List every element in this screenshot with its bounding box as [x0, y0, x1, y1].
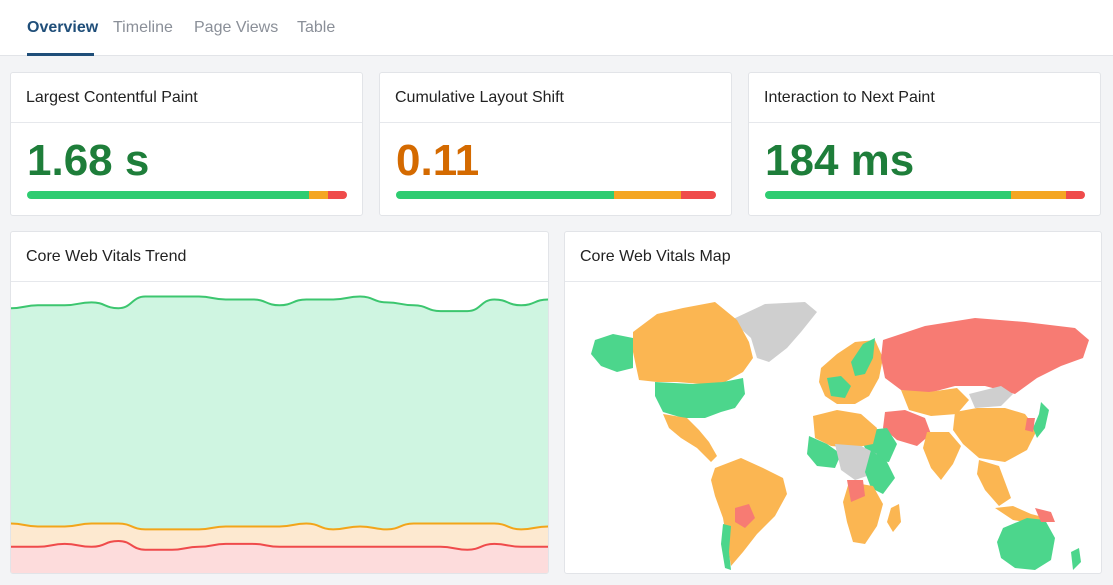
map-card: Core Web Vitals Map: [564, 231, 1102, 574]
inp-poor-segment: [1065, 191, 1085, 199]
cls-good-segment: [396, 191, 614, 199]
inp-ni-segment: [1011, 191, 1066, 199]
tab-overview[interactable]: Overview: [27, 19, 98, 37]
cls-value: 0.11: [396, 136, 480, 185]
map-region-japan[interactable]: [1033, 402, 1049, 438]
lcp-card-title: Largest Contentful Paint: [11, 73, 362, 123]
map-region-usa[interactable]: [655, 378, 745, 418]
map-region-southeast-asia[interactable]: [977, 460, 1011, 506]
lcp-poor-segment: [327, 191, 347, 199]
lcp-value: 1.68 s: [27, 136, 150, 185]
cls-card[interactable]: Cumulative Layout Shift 0.11: [379, 72, 732, 216]
tab-timeline[interactable]: Timeline: [113, 19, 173, 37]
inp-card[interactable]: Interaction to Next Paint 184 ms: [748, 72, 1101, 216]
active-tab-indicator: [27, 53, 94, 56]
lcp-ni-segment: [308, 191, 328, 199]
tab-table[interactable]: Table: [297, 19, 335, 37]
trend-card: Core Web Vitals Trend: [10, 231, 549, 574]
cls-card-title: Cumulative Layout Shift: [380, 73, 731, 123]
trend-card-title: Core Web Vitals Trend: [11, 232, 548, 282]
inp-distribution-bar: [765, 191, 1085, 199]
lcp-good-segment: [27, 191, 309, 199]
cls-poor-segment: [680, 191, 716, 199]
map-region-russia[interactable]: [881, 318, 1089, 394]
inp-value: 184 ms: [765, 136, 915, 185]
lcp-distribution-bar: [27, 191, 347, 199]
map-region-alaska[interactable]: [591, 334, 633, 372]
inp-card-title: Interaction to Next Paint: [749, 73, 1100, 123]
map-card-title: Core Web Vitals Map: [565, 232, 1101, 282]
tab-bar: Overview Timeline Page Views Table: [0, 0, 1113, 56]
inp-good-segment: [765, 191, 1012, 199]
map-region-madagascar[interactable]: [887, 504, 901, 532]
map-region-mexico[interactable]: [663, 414, 717, 462]
cls-distribution-bar: [396, 191, 716, 199]
map-region-india[interactable]: [923, 432, 961, 480]
map-region-new-zealand[interactable]: [1071, 548, 1081, 570]
lcp-card[interactable]: Largest Contentful Paint 1.68 s: [10, 72, 363, 216]
map-region-china[interactable]: [953, 408, 1037, 462]
cls-ni-segment: [613, 191, 681, 199]
world-map[interactable]: [565, 282, 1101, 573]
trend-chart[interactable]: [11, 282, 548, 573]
tab-page-views[interactable]: Page Views: [194, 19, 278, 37]
map-region-australia[interactable]: [997, 518, 1055, 570]
map-region-canada[interactable]: [633, 302, 753, 384]
